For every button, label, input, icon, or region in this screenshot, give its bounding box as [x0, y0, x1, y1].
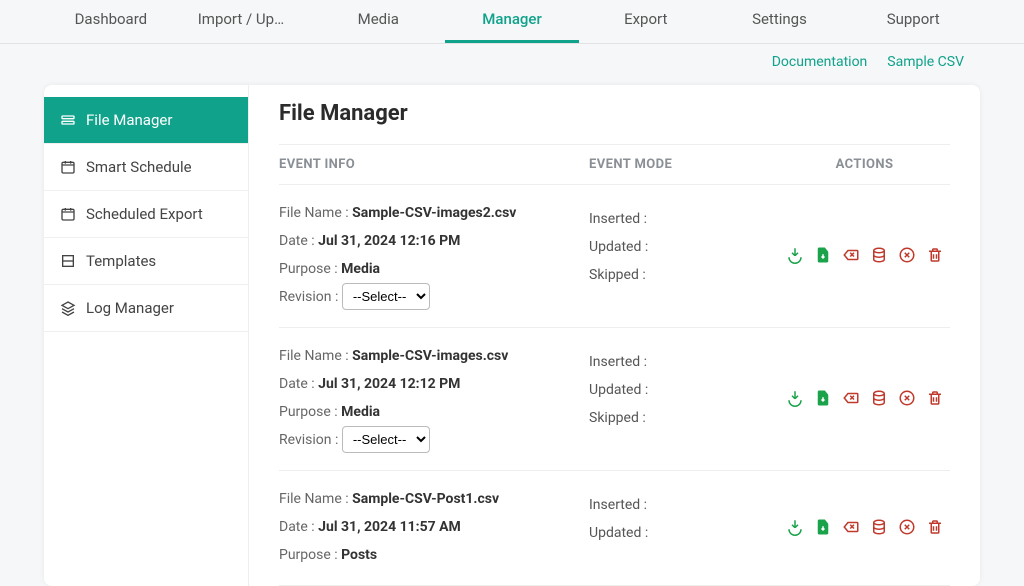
main-panel: File Manager Smart Schedule Scheduled Expo…: [44, 85, 980, 586]
actions: [779, 199, 950, 311]
event-mode: Inserted :Updated :: [589, 485, 779, 569]
filename-label: File Name :: [279, 348, 352, 364]
revision-select[interactable]: --Select--: [342, 426, 430, 453]
purpose-value: Media: [341, 261, 380, 277]
date-value: Jul 31, 2024 11:57 AM: [318, 519, 461, 535]
sidebar-item-label: Templates: [86, 252, 156, 270]
tab-import-upda-[interactable]: Import / Upda...: [178, 0, 312, 43]
page-title: File Manager: [279, 101, 950, 126]
sidebar-item-file-manager[interactable]: File Manager: [44, 97, 248, 144]
date-label: Date :: [279, 233, 318, 249]
col-header-info: EVENT INFO: [279, 157, 589, 172]
sidebar-item-log-manager[interactable]: Log Manager: [44, 285, 248, 332]
revision-select[interactable]: --Select--: [342, 283, 430, 310]
trash-icon[interactable]: [926, 389, 944, 407]
x-circle-icon[interactable]: [898, 518, 916, 536]
revision-label: Revision :: [279, 289, 342, 305]
col-header-actions: ACTIONS: [779, 157, 950, 172]
sidebar-item-label: File Manager: [86, 111, 172, 129]
content: File Manager EVENT INFO EVENT MODE ACTIO…: [249, 85, 980, 586]
download-icon[interactable]: [786, 518, 804, 536]
grid-icon: [60, 253, 76, 269]
sub-links: Documentation Sample CSV: [0, 44, 1024, 70]
download-icon[interactable]: [786, 246, 804, 264]
filename-label: File Name :: [279, 205, 352, 221]
actions: [779, 485, 950, 569]
tab-manager[interactable]: Manager: [445, 0, 579, 43]
calendar-icon: [60, 206, 76, 222]
purpose-label: Purpose :: [279, 404, 341, 420]
purpose-value: Posts: [341, 547, 377, 563]
sample-csv-link[interactable]: Sample CSV: [887, 54, 964, 70]
date-label: Date :: [279, 376, 318, 392]
filename-value: Sample-CSV-images.csv: [352, 348, 508, 364]
sidebar-item-templates[interactable]: Templates: [44, 238, 248, 285]
file-download-icon[interactable]: [814, 518, 832, 536]
x-circle-icon[interactable]: [898, 389, 916, 407]
inserted-label: Inserted :: [589, 205, 779, 233]
inserted-label: Inserted :: [589, 348, 779, 376]
skipped-label: Skipped :: [589, 261, 779, 289]
trash-icon[interactable]: [926, 246, 944, 264]
backspace-x-icon[interactable]: [842, 518, 860, 536]
event-mode: Inserted :Updated :Skipped :: [589, 199, 779, 311]
tab-dashboard[interactable]: Dashboard: [44, 0, 178, 43]
table-row: File Name : Sample-CSV-Post1.csv Date : J…: [279, 471, 950, 586]
documentation-link[interactable]: Documentation: [772, 54, 868, 70]
file-download-icon[interactable]: [814, 246, 832, 264]
date-label: Date :: [279, 519, 318, 535]
updated-label: Updated :: [589, 519, 779, 547]
sidebar-item-label: Smart Schedule: [86, 158, 192, 176]
purpose-label: Purpose :: [279, 261, 341, 277]
purpose-label: Purpose :: [279, 547, 341, 563]
revision-label: Revision :: [279, 432, 342, 448]
top-nav: DashboardImport / Upda...MediaManagerExp…: [0, 0, 1024, 44]
purpose-value: Media: [341, 404, 380, 420]
updated-label: Updated :: [589, 376, 779, 404]
sidebar-item-label: Scheduled Export: [86, 205, 203, 223]
event-mode: Inserted :Updated :Skipped :: [589, 342, 779, 454]
hdd-icon: [60, 112, 76, 128]
calendar-icon: [60, 159, 76, 175]
database-icon[interactable]: [870, 246, 888, 264]
sidebar: File Manager Smart Schedule Scheduled Expo…: [44, 85, 249, 586]
inserted-label: Inserted :: [589, 491, 779, 519]
filename-label: File Name :: [279, 491, 352, 507]
database-icon[interactable]: [870, 518, 888, 536]
tab-media[interactable]: Media: [311, 0, 445, 43]
date-value: Jul 31, 2024 12:16 PM: [318, 233, 460, 249]
table-row: File Name : Sample-CSV-images2.csv Date :…: [279, 185, 950, 328]
tab-export[interactable]: Export: [579, 0, 713, 43]
actions: [779, 342, 950, 454]
backspace-x-icon[interactable]: [842, 389, 860, 407]
event-info: File Name : Sample-CSV-Post1.csv Date : J…: [279, 485, 589, 569]
sidebar-item-smart-schedule[interactable]: Smart Schedule: [44, 144, 248, 191]
sidebar-item-scheduled-export[interactable]: Scheduled Export: [44, 191, 248, 238]
event-info: File Name : Sample-CSV-images.csvDate : …: [279, 342, 589, 454]
table-header: EVENT INFO EVENT MODE ACTIONS: [279, 144, 950, 185]
filename-value: Sample-CSV-Post1.csv: [352, 491, 499, 507]
file-download-icon[interactable]: [814, 389, 832, 407]
col-header-mode: EVENT MODE: [589, 157, 779, 172]
layers-icon: [60, 300, 76, 316]
skipped-label: Skipped :: [589, 404, 779, 432]
database-icon[interactable]: [870, 389, 888, 407]
backspace-x-icon[interactable]: [842, 246, 860, 264]
filename-value: Sample-CSV-images2.csv: [352, 205, 516, 221]
updated-label: Updated :: [589, 233, 779, 261]
event-info: File Name : Sample-CSV-images2.csv Date :…: [279, 199, 589, 311]
tab-settings[interactable]: Settings: [713, 0, 847, 43]
tab-support[interactable]: Support: [846, 0, 980, 43]
date-value: Jul 31, 2024 12:12 PM: [318, 376, 460, 392]
table-row: File Name : Sample-CSV-images.csvDate : …: [279, 328, 950, 471]
trash-icon[interactable]: [926, 518, 944, 536]
x-circle-icon[interactable]: [898, 246, 916, 264]
sidebar-item-label: Log Manager: [86, 299, 174, 317]
download-icon[interactable]: [786, 389, 804, 407]
